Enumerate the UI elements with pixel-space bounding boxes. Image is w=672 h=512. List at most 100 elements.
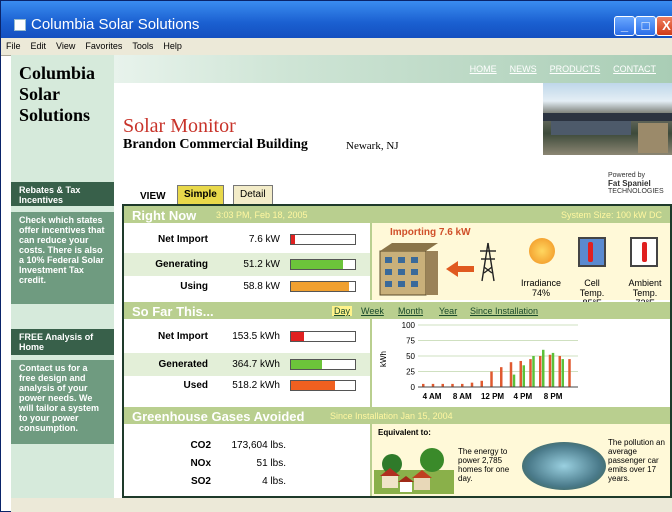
metric-label: Net Import xyxy=(158,234,208,245)
y-tick-label: 100 xyxy=(402,321,416,330)
metric-value: 58.8 kW xyxy=(243,281,280,292)
x-tick-label: 4 AM xyxy=(423,392,442,401)
ghg-value: 173,604 lbs. xyxy=(231,440,287,451)
period-since-installation[interactable]: Since Installation xyxy=(470,306,538,316)
level-fill xyxy=(291,235,296,244)
building-grid-icon xyxy=(379,242,496,296)
bar-generated xyxy=(551,352,555,387)
ghg-bar: Greenhouse Gases Avoided Since Installat… xyxy=(124,407,670,424)
title-bar: Columbia Solar Solutions _ □ X xyxy=(1,1,672,38)
metric-value: 7.6 kW xyxy=(248,234,280,245)
menu-view[interactable]: View xyxy=(51,38,80,51)
bar-used xyxy=(558,356,561,387)
nav-home[interactable]: HOME xyxy=(470,64,497,74)
metric-row: Net Import 7.6 kW xyxy=(124,228,370,251)
bar-generated xyxy=(542,349,545,387)
menu-edit[interactable]: Edit xyxy=(26,38,52,51)
free-analysis-text: Contact us for a free design and analysi… xyxy=(11,360,114,444)
ghg-heading: Greenhouse Gases Avoided xyxy=(132,409,305,424)
bar-used xyxy=(490,371,493,387)
nav-contact[interactable]: CONTACT xyxy=(613,64,656,74)
level-bar xyxy=(290,380,356,391)
bar-used xyxy=(480,380,483,387)
metric-value: 51.2 kW xyxy=(243,259,280,270)
free-analysis-heading[interactable]: FREE Analysis of Home xyxy=(11,329,114,355)
powered-line: TECHNOLOGIES xyxy=(608,188,664,195)
ghg-label: SO2 xyxy=(190,476,211,487)
bar-generated xyxy=(522,365,525,387)
close-button[interactable]: X xyxy=(656,16,672,36)
top-nav: HOME NEWS PRODUCTS CONTACT xyxy=(457,64,656,74)
sensor-irradiance: Irradiance 74% xyxy=(514,278,568,298)
brand-line: Solar xyxy=(19,84,61,104)
maximize-button[interactable]: □ xyxy=(635,16,656,36)
right-now-heading: Right Now xyxy=(132,208,197,223)
cell-temp-icon xyxy=(578,237,606,267)
period-day[interactable]: Day xyxy=(332,306,353,316)
nav-products[interactable]: PRODUCTS xyxy=(550,64,601,74)
importing-label: Importing 7.6 kW xyxy=(390,227,471,238)
bar-used xyxy=(568,359,571,387)
level-bar xyxy=(290,331,356,342)
sensor-label: Irradiance xyxy=(520,278,562,288)
y-tick-label: 75 xyxy=(406,337,415,346)
sun-icon xyxy=(529,238,555,264)
bar-used xyxy=(470,382,474,387)
menu-favorites[interactable]: Favorites xyxy=(80,38,127,51)
y-axis-label: kWh xyxy=(379,351,388,367)
menu-tools[interactable]: Tools xyxy=(127,38,158,51)
ghg-since: Since Installation Jan 15, 2004 xyxy=(330,411,453,421)
x-tick-label: 8 AM xyxy=(453,392,472,401)
equivalent-panel: Equivalent to: The energy to power 2,785… xyxy=(372,424,670,496)
menu-file[interactable]: File xyxy=(1,38,26,51)
menu-help[interactable]: Help xyxy=(158,38,187,51)
period-year[interactable]: Year xyxy=(439,306,457,316)
building-name: Brandon Commercial Building xyxy=(123,137,308,152)
y-tick-label: 0 xyxy=(411,383,416,392)
powered-by-logo: Powered by Fat Spaniel TECHNOLOGIES xyxy=(608,172,666,200)
building-location: Newark, NJ xyxy=(346,140,399,152)
brand-line: Columbia xyxy=(19,63,96,83)
system-size: System Size: 100 kW DC xyxy=(560,210,662,220)
x-tick-label: 8 PM xyxy=(544,392,563,401)
rebates-text: Check which states offer incentives that… xyxy=(11,212,114,304)
metric-row: Generated 364.7 kWh xyxy=(124,353,370,376)
monitor-panel: Right Now 3:03 PM, Feb 18, 2005 System S… xyxy=(122,204,672,498)
period-week[interactable]: Week xyxy=(361,306,384,316)
sidebar: Columbia Solar Solutions Rebates & Tax I… xyxy=(11,55,114,512)
y-tick-label: 25 xyxy=(406,368,415,377)
period-month[interactable]: Month xyxy=(398,306,423,316)
metric-row: Net Import 153.5 kWh xyxy=(124,325,370,348)
window-title: Columbia Solar Solutions xyxy=(31,16,200,33)
brand-line: Solutions xyxy=(19,105,91,125)
metric-value: 153.5 kWh xyxy=(232,331,280,342)
metric-value: 518.2 kWh xyxy=(232,380,280,391)
metric-row: Using 58.8 kW xyxy=(124,275,370,298)
rebates-heading[interactable]: Rebates & Tax Incentives xyxy=(11,182,114,206)
level-fill xyxy=(291,360,322,369)
tab-simple[interactable]: Simple xyxy=(177,185,224,204)
right-now-bar: Right Now 3:03 PM, Feb 18, 2005 System S… xyxy=(124,206,670,223)
tab-detail[interactable]: Detail xyxy=(233,185,273,204)
sensor-value: 74% xyxy=(531,288,550,298)
solar-array-photo xyxy=(543,83,672,155)
nav-news[interactable]: NEWS xyxy=(510,64,537,74)
sensor-label: Cell Temp. xyxy=(579,278,605,298)
equiv-homes-text: The energy to power 2,785 homes for one … xyxy=(458,447,510,483)
bar-generated xyxy=(512,374,516,387)
level-bar xyxy=(290,281,356,292)
equiv-car-text: The pollution an average passenger car e… xyxy=(608,438,665,483)
energy-chart-panel: 0 25 50 75 100 kWh 4 AM 8 AM 12 PM 4 PM 8 PM xyxy=(372,319,670,407)
level-fill xyxy=(291,282,349,291)
ghg-label: NOx xyxy=(190,458,211,469)
so-far-heading: So Far This... xyxy=(132,304,214,319)
brand-logo[interactable]: Columbia Solar Solutions xyxy=(19,63,95,126)
metric-row: Used 518.2 kWh xyxy=(124,374,370,397)
level-bar xyxy=(290,234,356,245)
x-tick-label: 12 PM xyxy=(481,392,504,401)
bar-used xyxy=(519,360,522,387)
equiv-heading: Equivalent to: xyxy=(378,428,431,437)
metric-value: 364.7 kWh xyxy=(232,359,280,370)
minimize-button[interactable]: _ xyxy=(614,16,635,36)
so-far-bar: So Far This... xyxy=(124,302,670,319)
